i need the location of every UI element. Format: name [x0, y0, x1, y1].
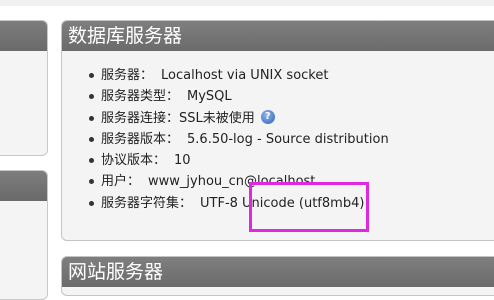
bullet-icon: [89, 94, 94, 100]
database-server-title: 数据库服务器: [62, 21, 494, 51]
server-type-item: 服务器类型： MySQL: [62, 86, 494, 107]
left-panel-top: [0, 20, 48, 156]
protocol-version-item: 协议版本： 10: [62, 150, 494, 171]
charset-label: 服务器字符集：: [101, 195, 193, 211]
top-page-strip: [0, 0, 494, 6]
protocol-version-value: 10: [174, 153, 191, 169]
server-type-value: MySQL: [187, 89, 232, 105]
user-label: 用户：: [101, 174, 141, 190]
bullet-icon: [89, 136, 94, 142]
server-connection-item: 服务器连接：SSL未被使用?: [62, 108, 494, 129]
server-connection-label: 服务器连接：: [101, 110, 180, 126]
server-version-item: 服务器版本： 5.6.50-log - Source distribution: [62, 129, 494, 150]
web-server-title: 网站服务器: [62, 257, 494, 287]
server-label: 服务器：: [101, 68, 154, 83]
server-value: Localhost via UNIX socket: [161, 68, 329, 83]
bullet-icon: [89, 73, 94, 78]
server-type-label: 服务器类型：: [101, 89, 180, 105]
left-panel-bottom-header: [0, 171, 47, 201]
help-icon[interactable]: ?: [260, 110, 275, 125]
user-item: 用户： www_jyhou_cn@localhost: [62, 171, 494, 192]
protocol-version-label: 协议版本：: [101, 153, 167, 169]
user-value: www_jyhou_cn@localhost: [148, 174, 316, 190]
database-server-panel: 数据库服务器 服务器： Localhost via UNIX socket 服务器…: [61, 20, 494, 241]
bullet-icon: [89, 200, 94, 206]
charset-item: 服务器字符集： UTF-8 Unicode (utf8mb4): [62, 193, 494, 214]
left-panel-top-header: [0, 21, 47, 51]
web-server-panel: 网站服务器: [61, 256, 494, 296]
server-version-label: 服务器版本：: [101, 131, 180, 147]
database-server-info-list: 服务器： Localhost via UNIX socket 服务器类型： MySQ…: [62, 65, 494, 214]
bullet-icon: [89, 115, 94, 121]
server-item: 服务器： Localhost via UNIX socket: [62, 65, 494, 86]
bullet-icon: [89, 179, 94, 185]
left-panel-bottom: [0, 170, 48, 300]
bullet-icon: [89, 158, 94, 164]
server-version-value: 5.6.50-log - Source distribution: [187, 131, 389, 147]
server-connection-value: SSL未被使用: [179, 110, 255, 126]
charset-value: UTF-8 Unicode (utf8mb4): [200, 195, 365, 211]
